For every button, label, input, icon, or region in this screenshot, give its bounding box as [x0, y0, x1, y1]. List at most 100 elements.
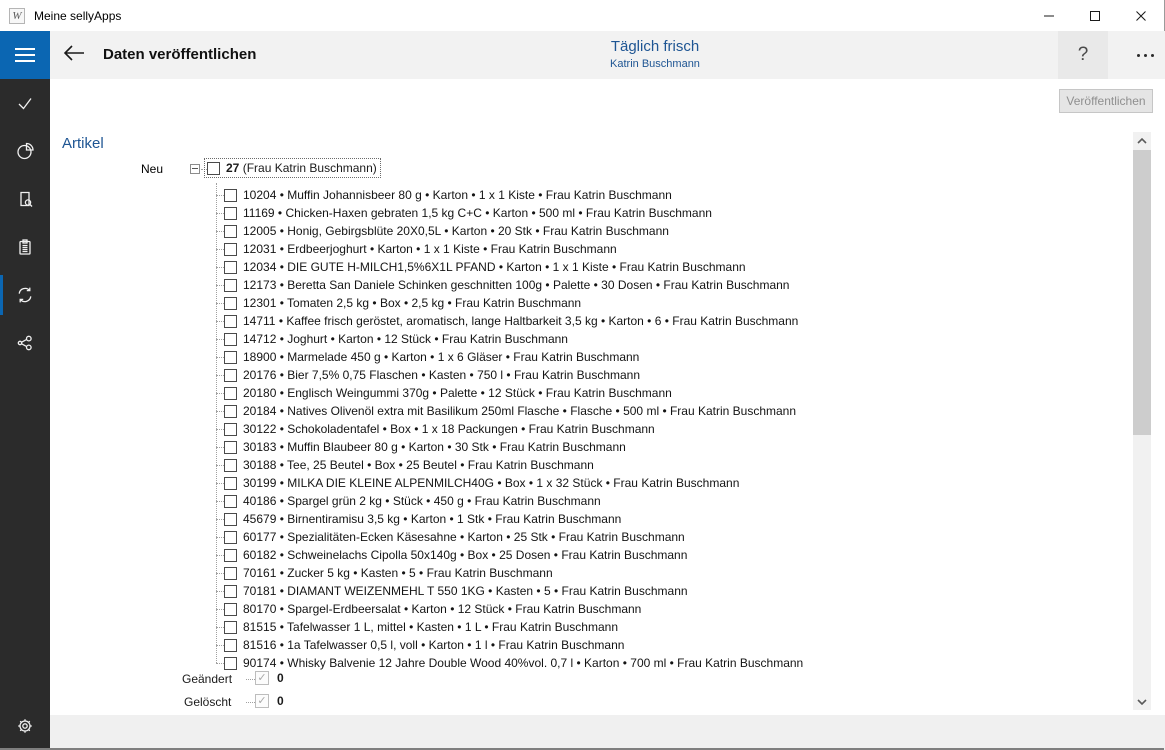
article-label: 18900 • Marmelade 450 g • Karton • 1 x 6…: [243, 350, 639, 364]
article-row[interactable]: 12173 • Beretta San Daniele Schinken ges…: [100, 276, 803, 294]
article-row[interactable]: 80170 • Spargel-Erdbeersalat • Karton • …: [100, 600, 803, 618]
article-label: 20176 • Bier 7,5% 0,75 Flaschen • Kasten…: [243, 368, 640, 382]
article-checkbox[interactable]: [224, 189, 237, 202]
maximize-icon: [1089, 10, 1101, 22]
article-row[interactable]: 30183 • Muffin Blaubeer 80 g • Karton • …: [100, 438, 803, 456]
article-checkbox[interactable]: [224, 459, 237, 472]
article-checkbox[interactable]: [224, 549, 237, 562]
article-label: 70181 • DIAMANT WEIZENMEHL T 550 1KG • K…: [243, 584, 688, 598]
back-button[interactable]: [62, 44, 88, 66]
article-row[interactable]: 90174 • Whisky Balvenie 12 Jahre Double …: [100, 654, 803, 672]
article-label: 12034 • DIE GUTE H-MILCH1,5%6X1L PFAND •…: [243, 260, 746, 274]
hamburger-menu-button[interactable]: [0, 31, 50, 79]
article-row[interactable]: 45679 • Birnentiramisu 3,5 kg • Karton •…: [100, 510, 803, 528]
article-row[interactable]: 12301 • Tomaten 2,5 kg • Box • 2,5 kg • …: [100, 294, 803, 312]
scroll-up-button[interactable]: [1133, 132, 1151, 149]
minimize-button[interactable]: [1026, 0, 1072, 31]
article-row[interactable]: 20184 • Natives Olivenöl extra mit Basil…: [100, 402, 803, 420]
article-checkbox[interactable]: [224, 477, 237, 490]
article-row[interactable]: 12034 • DIE GUTE H-MILCH1,5%6X1L PFAND •…: [100, 258, 803, 276]
sidebar-item-orders[interactable]: [0, 223, 50, 271]
article-row[interactable]: 30199 • MILKA DIE KLEINE ALPENMILCH40G •…: [100, 474, 803, 492]
article-label: 10204 • Muffin Johannisbeer 80 g • Karto…: [243, 188, 672, 202]
maximize-button[interactable]: [1072, 0, 1118, 31]
scroll-down-button[interactable]: [1133, 693, 1151, 710]
more-button[interactable]: [1122, 31, 1165, 79]
sidebar-item-settings[interactable]: [0, 702, 50, 750]
article-row[interactable]: 14712 • Joghurt • Karton • 12 Stück • Fr…: [100, 330, 803, 348]
article-checkbox[interactable]: [224, 207, 237, 220]
tree-collapse-toggle[interactable]: [190, 164, 200, 174]
article-checkbox[interactable]: [224, 243, 237, 256]
article-checkbox[interactable]: [224, 405, 237, 418]
page-title: Daten veröffentlichen: [103, 46, 256, 63]
article-label: 12301 • Tomaten 2,5 kg • Box • 2,5 kg • …: [243, 296, 581, 310]
article-label: 12173 • Beretta San Daniele Schinken ges…: [243, 278, 789, 292]
sidebar: [0, 31, 50, 750]
app-logo-icon: W: [9, 8, 25, 24]
article-checkbox[interactable]: [224, 279, 237, 292]
article-checkbox[interactable]: [224, 603, 237, 616]
article-row[interactable]: 81516 • 1a Tafelwasser 0,5 l, voll • Kar…: [100, 636, 803, 654]
article-label: 11169 • Chicken-Haxen gebraten 1,5 kg C+…: [243, 206, 712, 220]
article-checkbox[interactable]: [224, 495, 237, 508]
article-checkbox[interactable]: [224, 531, 237, 544]
article-row[interactable]: 70161 • Zucker 5 kg • Kasten • 5 • Frau …: [100, 564, 803, 582]
article-checkbox[interactable]: [224, 387, 237, 400]
article-row[interactable]: 12031 • Erdbeerjoghurt • Karton • 1 x 1 …: [100, 240, 803, 258]
article-checkbox[interactable]: [224, 333, 237, 346]
article-label: 20180 • Englisch Weingummi 370g • Palett…: [243, 386, 672, 400]
vertical-scrollbar[interactable]: [1133, 132, 1151, 710]
sidebar-item-reports[interactable]: [0, 175, 50, 223]
article-row[interactable]: 60182 • Schweinelachs Cipolla 50x140g • …: [100, 546, 803, 564]
article-row[interactable]: 12005 • Honig, Gebirgsblüte 20X0,5L • Ka…: [100, 222, 803, 240]
article-checkbox[interactable]: [224, 423, 237, 436]
sidebar-item-sync[interactable]: [0, 271, 50, 319]
tree-connector: [246, 679, 255, 680]
context-block: Täglich frisch Katrin Buschmann: [545, 37, 765, 71]
article-row[interactable]: 40186 • Spargel grün 2 kg • Stück • 450 …: [100, 492, 803, 510]
sidebar-item-share[interactable]: [0, 319, 50, 367]
article-checkbox[interactable]: [224, 567, 237, 580]
article-checkbox[interactable]: [224, 585, 237, 598]
article-checkbox[interactable]: [224, 297, 237, 310]
scrollbar-thumb[interactable]: [1133, 150, 1151, 435]
sidebar-item-statistics[interactable]: [0, 127, 50, 175]
article-row[interactable]: 18900 • Marmelade 450 g • Karton • 1 x 6…: [100, 348, 803, 366]
article-row[interactable]: 70181 • DIAMANT WEIZENMEHL T 550 1KG • K…: [100, 582, 803, 600]
article-checkbox[interactable]: [224, 639, 237, 652]
article-row[interactable]: 30122 • Schokoladentafel • Box • 1 x 18 …: [100, 420, 803, 438]
article-checkbox[interactable]: [224, 315, 237, 328]
header: Daten veröffentlichen Täglich frisch Kat…: [50, 31, 1165, 79]
article-row[interactable]: 11169 • Chicken-Haxen gebraten 1,5 kg C+…: [100, 204, 803, 222]
sidebar-item-tasks[interactable]: [0, 79, 50, 127]
close-button[interactable]: [1118, 0, 1164, 31]
article-row[interactable]: 14711 • Kaffee frisch geröstet, aromatis…: [100, 312, 803, 330]
tree-root-node[interactable]: 27 (Frau Katrin Buschmann): [204, 158, 381, 178]
article-checkbox[interactable]: [224, 513, 237, 526]
article-checkbox[interactable]: [224, 441, 237, 454]
article-checkbox[interactable]: [224, 621, 237, 634]
publish-button[interactable]: Veröffentlichen: [1059, 89, 1153, 113]
article-checkbox[interactable]: [224, 657, 237, 670]
titlebar: W Meine sellyApps: [0, 0, 1164, 31]
chevron-down-icon: [1137, 699, 1147, 705]
article-label: 20184 • Natives Olivenöl extra mit Basil…: [243, 404, 796, 418]
article-row[interactable]: 30188 • Tee, 25 Beutel • Box • 25 Beutel…: [100, 456, 803, 474]
article-checkbox[interactable]: [224, 351, 237, 364]
article-row[interactable]: 81515 • Tafelwasser 1 L, mittel • Kasten…: [100, 618, 803, 636]
footer-strip: [50, 715, 1165, 750]
report-search-icon: [15, 189, 35, 209]
article-row[interactable]: 10204 • Muffin Johannisbeer 80 g • Karto…: [100, 186, 803, 204]
help-button[interactable]: ?: [1058, 31, 1108, 79]
gear-icon: [15, 716, 35, 736]
article-label: 90174 • Whisky Balvenie 12 Jahre Double …: [243, 656, 803, 670]
article-label: 81516 • 1a Tafelwasser 0,5 l, voll • Kar…: [243, 638, 624, 652]
article-checkbox[interactable]: [224, 261, 237, 274]
article-row[interactable]: 20180 • Englisch Weingummi 370g • Palett…: [100, 384, 803, 402]
article-row[interactable]: 20176 • Bier 7,5% 0,75 Flaschen • Kasten…: [100, 366, 803, 384]
article-row[interactable]: 60177 • Spezialitäten-Ecken Käsesahne • …: [100, 528, 803, 546]
root-checkbox[interactable]: [207, 162, 220, 175]
article-checkbox[interactable]: [224, 225, 237, 238]
article-checkbox[interactable]: [224, 369, 237, 382]
